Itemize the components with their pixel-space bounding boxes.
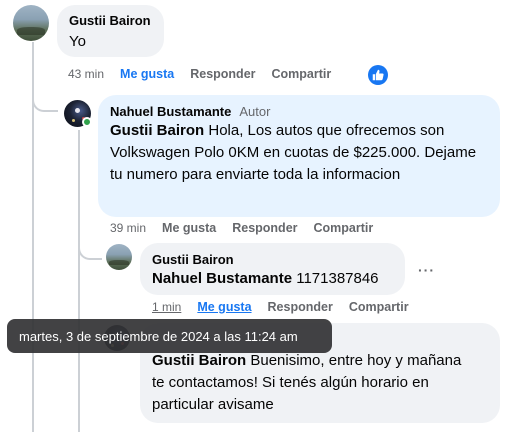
avatar[interactable]: [106, 244, 132, 270]
thread-line-branch: [32, 98, 58, 112]
comment-timestamp[interactable]: 1 min: [152, 300, 181, 314]
thumbs-up-icon[interactable]: [368, 65, 388, 85]
comment-text-body: 1171387846: [292, 270, 379, 287]
comment-timestamp[interactable]: 39 min: [110, 221, 146, 235]
more-options-icon[interactable]: ···: [418, 262, 435, 278]
comment-author[interactable]: Nahuel Bustamante: [110, 104, 231, 119]
comment-author[interactable]: Gustii Bairon: [69, 13, 152, 28]
comment-bubble: Gustii Bairon Yo: [57, 5, 164, 57]
comment-timestamp[interactable]: 43 min: [68, 67, 104, 81]
comment-author[interactable]: Gustii Bairon: [152, 252, 393, 267]
thread-line-reply-branch: [78, 246, 102, 260]
comment-actions: 39 min Me gusta Responder Compartir: [110, 221, 373, 235]
comment-text: Yo: [69, 33, 86, 50]
mention-link[interactable]: Gustii Bairon: [110, 122, 204, 139]
comment-text: Gustii Bairon Buenisimo, entre hoy y mañ…: [152, 350, 472, 416]
reply-button[interactable]: Responder: [190, 67, 255, 81]
comment-bubble: Nahuel Bustamante Autor Gustii Bairon Ho…: [98, 95, 500, 217]
author-badge: Autor: [239, 104, 271, 119]
share-button[interactable]: Compartir: [349, 300, 409, 314]
like-button[interactable]: Me gusta: [162, 221, 216, 235]
like-button[interactable]: Me gusta: [120, 67, 174, 81]
like-button[interactable]: Me gusta: [197, 300, 251, 314]
online-status-icon: [82, 117, 92, 127]
share-button[interactable]: Compartir: [314, 221, 374, 235]
comment-actions: 43 min Me gusta Responder Compartir: [68, 67, 331, 81]
comment-text: Gustii Bairon Hola, Los autos que ofrece…: [110, 120, 488, 186]
avatar[interactable]: [13, 5, 49, 41]
share-button[interactable]: Compartir: [272, 67, 332, 81]
mention-link[interactable]: Gustii Bairon: [152, 352, 246, 369]
comment-text: Nahuel Bustamante 1171387846: [152, 268, 393, 290]
mention-link[interactable]: Nahuel Bustamante: [152, 270, 292, 287]
reply-button[interactable]: Responder: [268, 300, 333, 314]
timestamp-tooltip: martes, 3 de septiembre de 2024 a las 11…: [7, 319, 332, 353]
comment-actions: 1 min Me gusta Responder Compartir: [152, 300, 409, 314]
comment-bubble: Gustii Bairon Nahuel Bustamante 11713878…: [140, 243, 405, 295]
thread-line-reply: [78, 130, 80, 432]
reply-button[interactable]: Responder: [232, 221, 297, 235]
